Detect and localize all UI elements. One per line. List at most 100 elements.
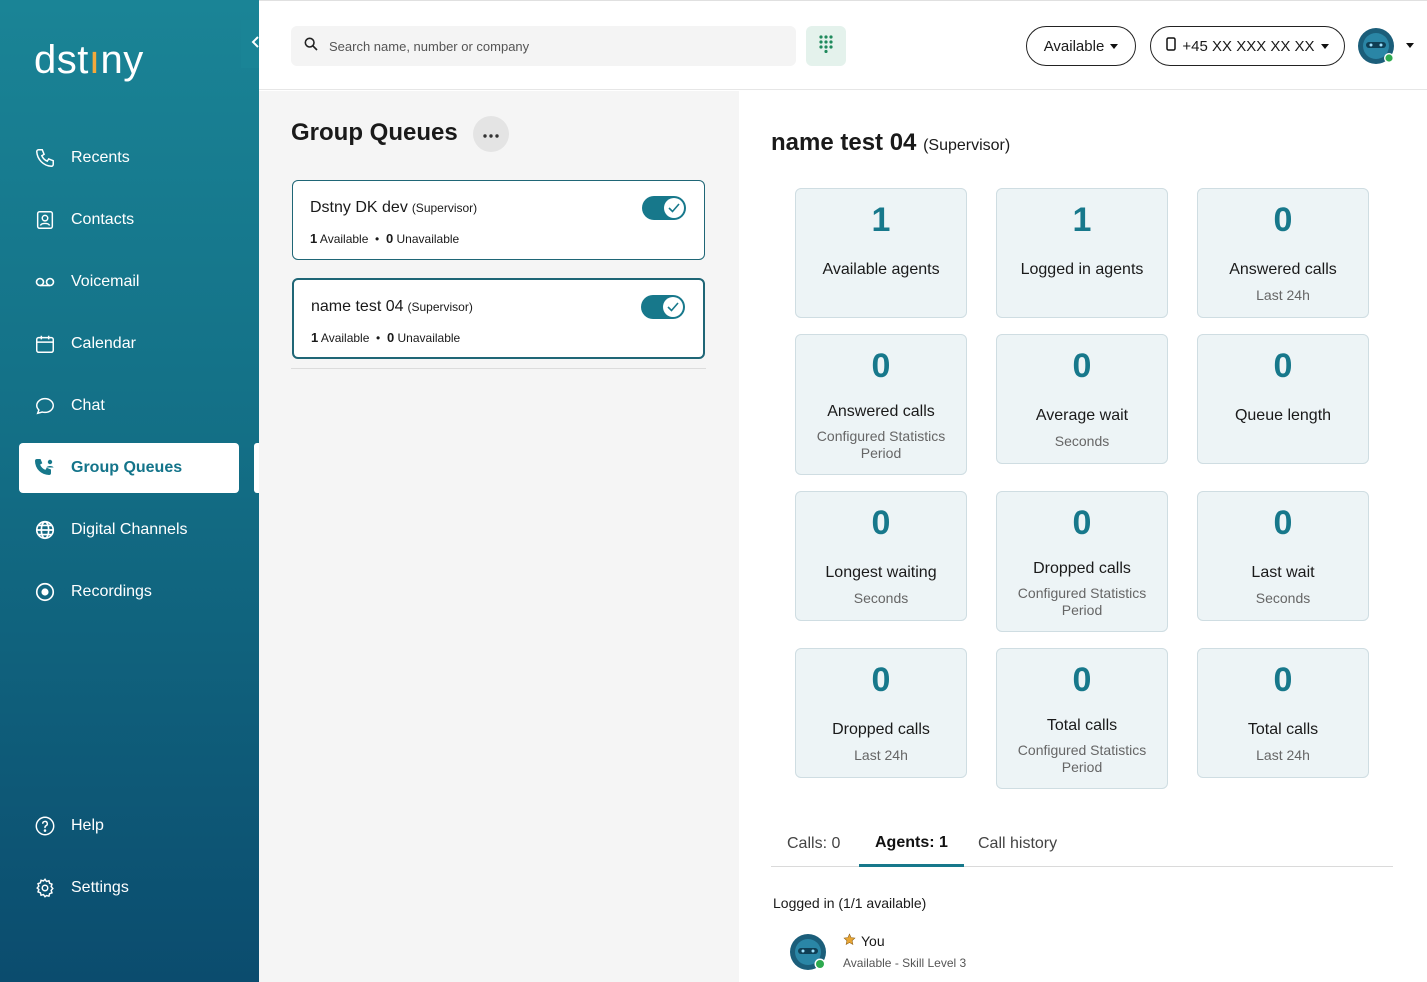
globe-icon xyxy=(33,518,57,542)
stat-value: 0 xyxy=(1072,661,1092,699)
agent-name: You xyxy=(843,933,885,949)
tab-calls[interactable]: Calls: 0 xyxy=(787,835,840,867)
sidebar-item-calendar[interactable]: Calendar xyxy=(19,319,239,369)
sidebar-item-voicemail[interactable]: Voicemail xyxy=(19,257,239,307)
stat-card: 0 Total calls Last 24h xyxy=(1197,648,1369,778)
queue-card-dstny-dk-dev[interactable]: Dstny DK dev (Supervisor) 1 Available • 0… xyxy=(292,180,705,260)
stat-value: 0 xyxy=(871,347,891,385)
sidebar-item-recordings[interactable]: Recordings xyxy=(19,567,239,617)
more-options-button[interactable] xyxy=(473,116,509,152)
stat-label: Dropped calls xyxy=(1033,560,1131,577)
queue-role: (Supervisor) xyxy=(411,201,478,215)
stat-value: 0 xyxy=(1273,661,1293,699)
sidebar-item-label: Help xyxy=(71,817,104,834)
sidebar-item-label: Recents xyxy=(71,149,130,166)
queue-detail-title: name test 04 (Supervisor) xyxy=(771,129,1011,156)
stat-card: 0 Answered calls Configured Statistics P… xyxy=(795,334,967,475)
ellipsis-icon xyxy=(483,125,499,143)
queue-toggle[interactable] xyxy=(642,196,686,220)
stat-card: 0 Average wait Seconds xyxy=(996,334,1168,464)
stat-label: Answered calls xyxy=(827,403,935,420)
stat-card: 1 Logged in agents xyxy=(996,188,1168,318)
checkmark-icon xyxy=(663,297,683,317)
stat-card: 1 Available agents xyxy=(795,188,967,318)
phone-icon xyxy=(33,146,57,170)
stat-card: 0 Answered calls Last 24h xyxy=(1197,188,1369,318)
calendar-icon xyxy=(33,332,57,356)
page-title: Group Queues xyxy=(291,119,458,146)
voicemail-icon xyxy=(33,270,57,294)
stat-label: Average wait xyxy=(1035,407,1129,424)
sidebar-item-chat[interactable]: Chat xyxy=(19,381,239,431)
stat-value: 0 xyxy=(1072,347,1092,385)
sidebar-item-settings[interactable]: Settings xyxy=(19,863,239,913)
stat-sublabel: Configured Statistics Period xyxy=(816,428,946,461)
queue-detail-role: (Supervisor) xyxy=(923,137,1011,154)
record-icon xyxy=(33,580,57,604)
stat-value: 0 xyxy=(1273,504,1293,542)
sidebar-item-group-queues[interactable]: Group Queues xyxy=(19,443,239,493)
presence-status-dropdown[interactable]: Available xyxy=(1026,26,1136,66)
user-avatar[interactable] xyxy=(1358,28,1394,64)
agent-status: Available - Skill Level 3 xyxy=(843,956,967,970)
stat-label: Answered calls xyxy=(1229,261,1337,278)
help-icon xyxy=(33,814,57,838)
checkmark-icon xyxy=(664,198,684,218)
stat-label: Total calls xyxy=(1046,717,1118,734)
stat-value: 0 xyxy=(871,661,891,699)
star-icon xyxy=(843,933,856,949)
stat-card: 0 Queue length xyxy=(1197,334,1369,464)
stat-label: Longest waiting xyxy=(825,564,937,581)
stat-value: 0 xyxy=(871,504,891,542)
sidebar-item-contacts[interactable]: Contacts xyxy=(19,195,239,245)
sidebar-item-label: Contacts xyxy=(71,211,135,228)
queue-card-name-test-04[interactable]: name test 04 (Supervisor) 1 Available • 0… xyxy=(292,278,705,359)
avatar-menu-caret-icon[interactable] xyxy=(1406,43,1414,48)
dialpad-icon xyxy=(818,34,834,58)
sidebar-item-label: Recordings xyxy=(71,583,152,600)
stat-label: Total calls xyxy=(1247,721,1319,738)
sidebar-item-label: Group Queues xyxy=(71,459,183,476)
queue-list-panel: Group Queues Dstny DK dev (Supervisor) 1 … xyxy=(259,91,739,982)
phone-number-dropdown[interactable]: +45 XX XXX XX XX xyxy=(1150,26,1345,66)
sidebar-item-digital-channels[interactable]: Digital Channels xyxy=(19,505,239,555)
search-input[interactable] xyxy=(329,38,769,54)
stat-value: 1 xyxy=(1072,201,1092,239)
logo-dot: ı xyxy=(88,38,101,82)
sidebar-item-label: Digital Channels xyxy=(71,521,188,538)
caret-down-icon xyxy=(1320,43,1329,49)
stat-sublabel: Configured Statistics Period xyxy=(1017,585,1147,618)
stat-value: 0 xyxy=(1273,347,1293,385)
stat-card: 0 Dropped calls Last 24h xyxy=(795,648,967,778)
stat-value: 1 xyxy=(871,201,891,239)
dstny-logo[interactable]: dstıny xyxy=(34,38,144,83)
search-box xyxy=(291,26,796,66)
stat-label: Logged in agents xyxy=(1020,261,1144,278)
sidebar: dstıny Recents Contacts Voicemail Calend… xyxy=(0,0,259,982)
stat-sublabel: Last 24h xyxy=(854,747,908,763)
sidebar-item-label: Chat xyxy=(71,397,105,414)
chat-bubble-icon xyxy=(33,394,57,418)
stat-label: Dropped calls xyxy=(832,721,930,738)
queue-availability: 1 Available • 0 Unavailable xyxy=(310,231,460,246)
stat-card: 0 Dropped calls Configured Statistics Pe… xyxy=(996,491,1168,632)
stat-sublabel: Configured Statistics Period xyxy=(1017,742,1147,775)
queue-role: (Supervisor) xyxy=(407,300,473,314)
tab-call-history[interactable]: Call history xyxy=(978,835,1057,867)
sidebar-item-help[interactable]: Help xyxy=(19,801,239,851)
stat-card: 0 Longest waiting Seconds xyxy=(795,491,967,621)
tab-agents[interactable]: Agents: 1 xyxy=(859,834,964,867)
stat-label: Last wait xyxy=(1251,564,1315,581)
sidebar-item-label: Calendar xyxy=(71,335,136,352)
stat-sublabel: Last 24h xyxy=(1256,747,1310,763)
detail-tabs: Calls: 0 Agents: 1 Call history xyxy=(771,831,1393,867)
stat-label: Queue length xyxy=(1234,407,1332,424)
dialpad-button[interactable] xyxy=(806,26,846,66)
stat-sublabel: Seconds xyxy=(1255,590,1311,606)
sidebar-item-recents[interactable]: Recents xyxy=(19,133,239,183)
stat-sublabel: Seconds xyxy=(1054,433,1110,449)
group-phone-icon xyxy=(33,456,57,480)
gear-icon xyxy=(33,876,57,900)
stat-card: 0 Last wait Seconds xyxy=(1197,491,1369,621)
queue-toggle[interactable] xyxy=(641,295,685,319)
